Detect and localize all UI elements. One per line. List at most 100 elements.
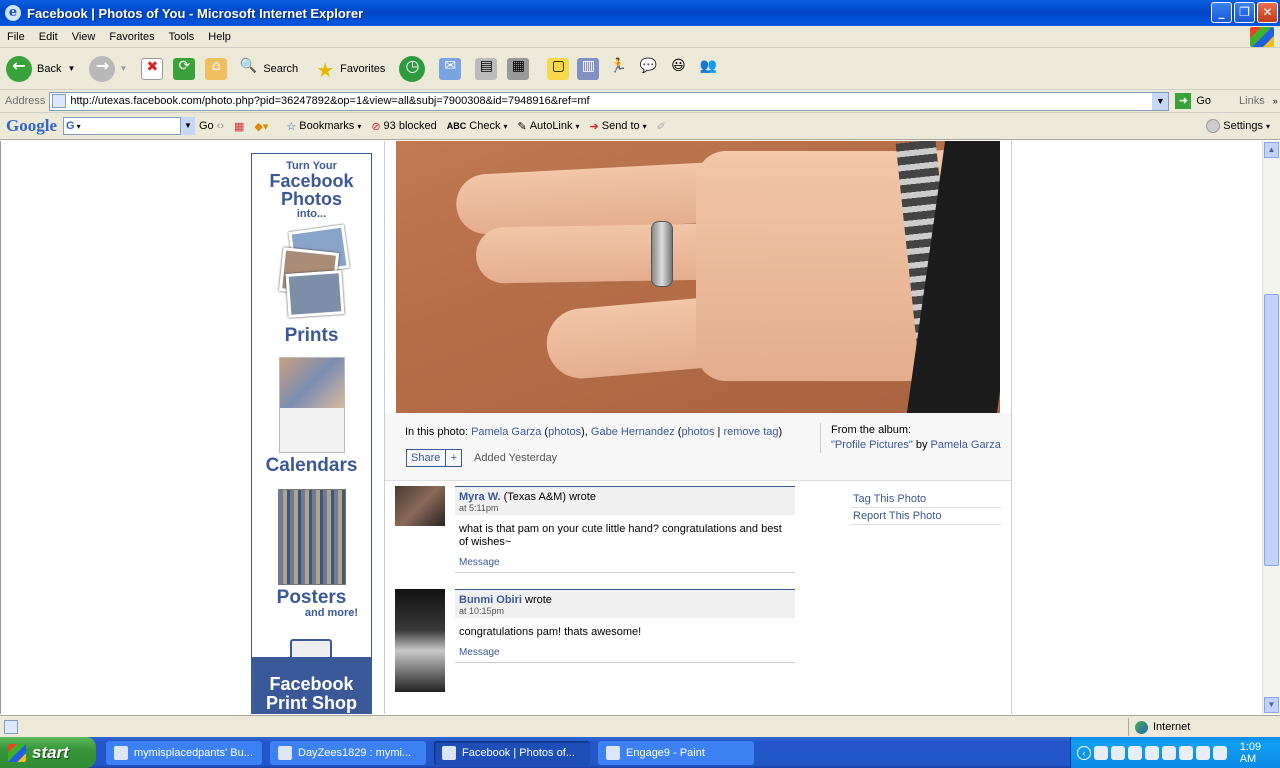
by-label: by: [915, 439, 928, 451]
tag-this-photo-link[interactable]: Tag This Photo: [851, 491, 1001, 508]
volume-icon[interactable]: [1212, 745, 1227, 760]
message-link[interactable]: Message: [459, 557, 500, 568]
vertical-scrollbar[interactable]: ▲ ▼: [1262, 141, 1280, 714]
menu-tools[interactable]: Tools: [162, 31, 202, 43]
album-link[interactable]: "Profile Pictures": [831, 439, 913, 451]
ad-calendars: Calendars: [265, 455, 358, 476]
tray-expand-icon[interactable]: ‹: [1077, 745, 1091, 760]
menu-favorites[interactable]: Favorites: [102, 31, 161, 43]
album-owner-link[interactable]: Pamela Garza: [931, 439, 1001, 451]
notes-icon[interactable]: ▢: [547, 57, 570, 80]
remove-tag-link[interactable]: remove tag: [723, 426, 778, 438]
ie-icon: e: [5, 5, 21, 21]
aim-icon[interactable]: 🏃: [607, 58, 629, 80]
wrote-label: wrote: [569, 491, 596, 503]
windows-logo-icon: [1250, 27, 1274, 47]
favorites-button[interactable]: ★ Favorites: [314, 58, 386, 82]
report-this-photo-link[interactable]: Report This Photo: [851, 508, 1001, 525]
bookmarks-button[interactable]: ☆ Bookmarks ▾: [286, 120, 361, 133]
task-label: Engage9 - Paint: [626, 746, 705, 759]
autolink-button[interactable]: ✎ AutoLink ▾: [517, 120, 579, 133]
tray-icon[interactable]: [1093, 745, 1108, 760]
network-icon[interactable]: [1178, 745, 1193, 760]
tray-icon[interactable]: [1110, 745, 1125, 760]
forward-button[interactable]: → ▼: [81, 55, 127, 82]
pamela-photos-link[interactable]: photos: [548, 426, 581, 438]
scroll-thumb[interactable]: [1264, 294, 1279, 566]
tray-icon[interactable]: [1127, 745, 1142, 760]
back-dropdown-icon[interactable]: ▼: [67, 64, 75, 73]
scroll-down-icon[interactable]: ▼: [1264, 697, 1279, 713]
msn-messenger-icon[interactable]: 👥: [697, 58, 719, 80]
tray-icon[interactable]: [1195, 745, 1210, 760]
tag-gabe-hernandez-link[interactable]: Gabe Hernandez: [591, 426, 675, 438]
security-shield-icon[interactable]: [1144, 745, 1159, 760]
restore-button[interactable]: ❐: [1234, 2, 1255, 23]
security-zone: Internet: [1128, 718, 1280, 736]
yahoo-messenger-icon[interactable]: 😃: [667, 58, 689, 80]
pagerank-icon[interactable]: ▦: [234, 120, 244, 133]
research-icon[interactable]: ▥: [577, 57, 600, 80]
favorites-label: Favorites: [340, 62, 386, 75]
tag-pamela-garza-link[interactable]: Pamela Garza: [471, 426, 541, 438]
menu-help[interactable]: Help: [201, 31, 238, 43]
home-icon[interactable]: ⌂: [205, 57, 228, 80]
google-search-dropdown-icon[interactable]: ▼: [181, 117, 195, 135]
google-go-button[interactable]: Go ‹›: [199, 120, 224, 132]
go-arrow-icon[interactable]: ➜: [1175, 93, 1192, 109]
message-link[interactable]: Message: [459, 647, 500, 658]
search-button[interactable]: 🔍 Search: [237, 57, 299, 80]
back-button[interactable]: ← Back ▼: [6, 55, 75, 82]
edit-icon[interactable]: ▦: [507, 57, 530, 80]
menu-view[interactable]: View: [65, 31, 103, 43]
settings-gear-icon: [1206, 119, 1221, 133]
highlight-icon[interactable]: ✐: [657, 120, 666, 133]
mail-icon[interactable]: ✉: [439, 57, 462, 80]
spellcheck-button[interactable]: ABC Check ▾: [447, 120, 508, 132]
google-search-input[interactable]: G ▾: [63, 117, 181, 135]
gabe-photos-link[interactable]: photos: [681, 426, 714, 438]
commenter-name-link[interactable]: Myra W.: [459, 491, 501, 503]
commenter-avatar[interactable]: [395, 486, 445, 526]
clock[interactable]: 1:09 AM: [1240, 741, 1280, 765]
links-button[interactable]: Links: [1239, 95, 1265, 107]
settings-label: Settings: [1223, 120, 1263, 132]
tray-icon[interactable]: [1161, 745, 1176, 760]
share-button[interactable]: Share +: [406, 449, 463, 467]
comment-time: at 5:11pm: [459, 503, 499, 513]
google-settings-button[interactable]: Settings ▾: [1206, 119, 1270, 133]
print-icon[interactable]: ▤: [475, 57, 498, 80]
history-icon[interactable]: ◷: [399, 55, 426, 82]
links-chevron-icon[interactable]: »: [1273, 96, 1278, 106]
scroll-up-icon[interactable]: ▲: [1264, 142, 1279, 158]
app-icon: [114, 745, 128, 760]
search-icon: 🔍: [239, 57, 258, 74]
taskbar-item-active[interactable]: Facebook | Photos of...: [434, 740, 590, 765]
commenter-name-link[interactable]: Bunmi Obiri: [459, 594, 522, 606]
stop-icon[interactable]: ✖: [141, 57, 164, 80]
address-url[interactable]: http://utexas.facebook.com/photo.php?pid…: [70, 95, 589, 107]
minimize-button[interactable]: _: [1211, 2, 1232, 23]
menu-edit[interactable]: Edit: [32, 31, 65, 43]
popup-blocked-button[interactable]: ⊘ 93 blocked: [371, 120, 436, 133]
refresh-icon[interactable]: ⟳: [173, 57, 196, 80]
album-info: From the album: "Profile Pictures" by Pa…: [820, 423, 1001, 453]
menu-file[interactable]: File: [0, 31, 32, 43]
messenger-bubble-icon[interactable]: 💬: [637, 58, 659, 80]
close-button[interactable]: ✕: [1257, 2, 1278, 23]
photo-panel: In this photo: Pamela Garza (photos), Ga…: [384, 141, 1012, 714]
bookmarks-star-icon: ☆: [286, 120, 297, 133]
ring-photo[interactable]: [396, 141, 1000, 413]
sendto-button[interactable]: ➔ Send to ▾: [590, 120, 647, 133]
address-input[interactable]: http://utexas.facebook.com/photo.php?pid…: [49, 91, 1170, 111]
commenter-avatar[interactable]: [395, 589, 445, 692]
g-dropdown-icon[interactable]: ▾: [77, 122, 81, 131]
taskbar-item[interactable]: Engage9 - Paint: [598, 740, 754, 765]
start-button[interactable]: start: [0, 737, 96, 768]
address-dropdown-icon[interactable]: ▼: [1152, 92, 1169, 110]
taskbar-item[interactable]: mymisplacedpants' Bu...: [106, 740, 262, 765]
print-shop-ad[interactable]: Turn Your Facebook Photos into... Prints…: [251, 153, 372, 714]
google-services-icon[interactable]: ◆▾: [254, 120, 268, 133]
go-button[interactable]: Go: [1196, 95, 1211, 107]
taskbar-item[interactable]: DayZees1829 : mymi...: [270, 740, 426, 765]
